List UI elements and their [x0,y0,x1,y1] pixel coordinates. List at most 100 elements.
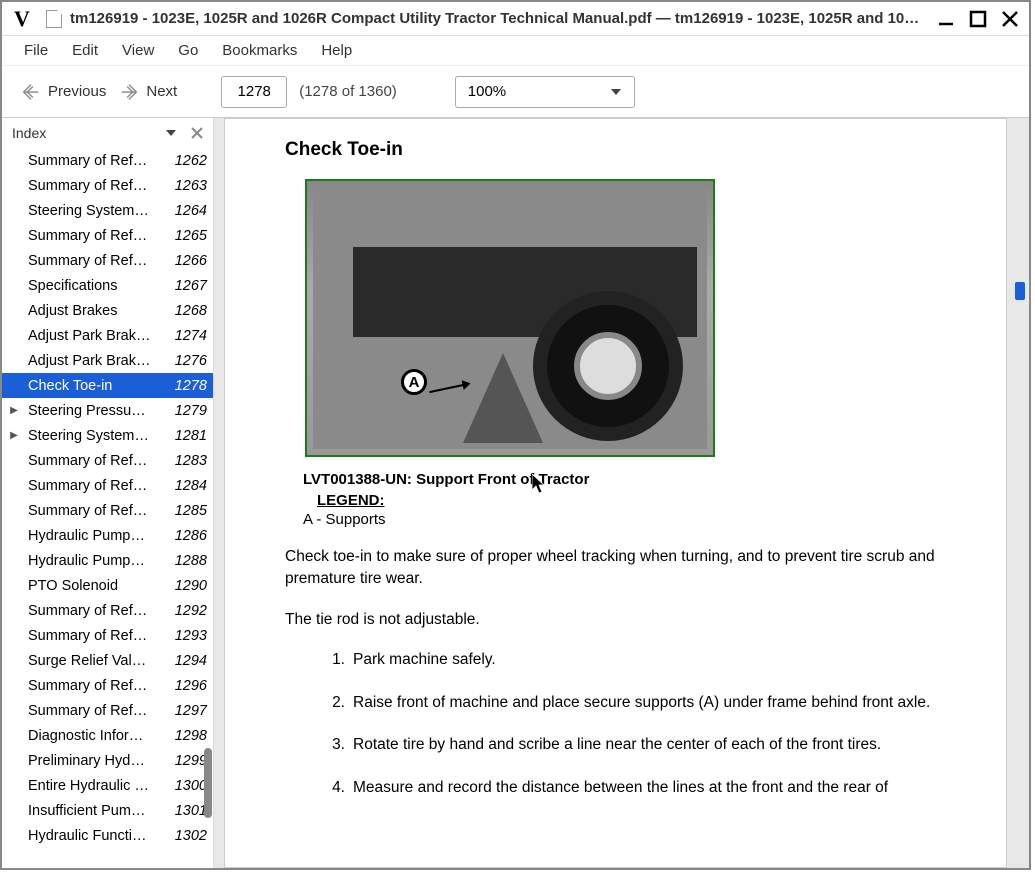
index-item-label: PTO Solenoid [28,578,167,594]
titlebar: V tm126919 - 1023E, 1025R and 1026R Comp… [2,2,1029,36]
index-item[interactable]: Summary of Ref…1265 [2,223,213,248]
index-item[interactable]: Summary of Ref…1296 [2,673,213,698]
toolbar: Previous Next (1278 of 1360) 100% [2,66,1029,118]
index-item[interactable]: Specifications1267 [2,273,213,298]
menubar: File Edit View Go Bookmarks Help [2,36,1029,66]
chevron-down-icon [610,86,622,98]
sidebar-title: Index [12,125,46,141]
index-item-label: Summary of Ref… [28,153,167,169]
close-panel-icon[interactable] [191,127,203,139]
index-item[interactable]: Diagnostic Infor…1298 [2,723,213,748]
previous-icon [20,81,42,103]
disclosure-triangle-icon[interactable]: ▶ [8,430,20,441]
menu-go[interactable]: Go [166,38,210,63]
next-button[interactable]: Next [118,81,177,103]
step-item: 1.Park machine safely. [325,649,946,671]
menu-bookmarks[interactable]: Bookmarks [210,38,309,63]
minimize-button[interactable] [931,6,961,32]
index-item[interactable]: Hydraulic Pump…1286 [2,523,213,548]
index-item-label: Check Toe-in [28,378,167,394]
index-item-label: Summary of Ref… [28,603,167,619]
step-text: Measure and record the distance between … [353,777,888,799]
index-item-label: Summary of Ref… [28,703,167,719]
index-item[interactable]: PTO Solenoid1290 [2,573,213,598]
step-text: Park machine safely. [353,649,496,671]
page-input[interactable] [221,76,287,108]
index-item[interactable]: Summary of Ref…1266 [2,248,213,273]
figure: A [305,179,715,457]
index-item-label: Adjust Brakes [28,303,167,319]
close-button[interactable] [995,6,1025,32]
index-item[interactable]: Steering System…1264 [2,198,213,223]
step-item: 4.Measure and record the distance betwee… [325,777,946,799]
step-text: Rotate tire by hand and scribe a line ne… [353,734,881,756]
index-item[interactable]: Surge Relief Val…1294 [2,648,213,673]
zoom-value: 100% [468,83,506,100]
index-item-label: Summary of Ref… [28,178,167,194]
next-label: Next [146,83,177,100]
page-heading: Check Toe-in [285,139,946,161]
menu-edit[interactable]: Edit [60,38,110,63]
main-scrollbar-thumb[interactable] [1015,282,1025,300]
index-item[interactable]: Summary of Ref…1262 [2,148,213,173]
index-item[interactable]: Adjust Park Brak…1274 [2,323,213,348]
maximize-button[interactable] [963,6,993,32]
index-item[interactable]: Entire Hydraulic …1300 [2,773,213,798]
menu-help[interactable]: Help [309,38,364,63]
chevron-down-icon[interactable] [165,127,177,139]
legend-header: LEGEND: [317,492,946,509]
index-item[interactable]: ▶Steering Pressu…1279 [2,398,213,423]
legend-item: A - Supports [303,511,946,528]
paragraph: The tie rod is not adjustable. [285,609,946,631]
figure-caption: LVT001388-UN: Support Front of Tractor [303,471,946,488]
index-item[interactable]: Hydraulic Pump…1288 [2,548,213,573]
index-item-label: Insufficient Pum… [28,803,167,819]
step-item: 2.Raise front of machine and place secur… [325,692,946,714]
index-item[interactable]: Preliminary Hyd…1299 [2,748,213,773]
sidebar-scrollbar[interactable] [203,148,213,868]
index-item-label: Summary of Ref… [28,253,167,269]
index-item[interactable]: Hydraulic Functi…1302 [2,823,213,848]
index-item-label: Hydraulic Pump… [28,553,167,569]
index-item-label: Diagnostic Infor… [28,728,167,744]
index-item-label: Summary of Ref… [28,228,167,244]
step-number: 3. [325,734,353,756]
index-item[interactable]: Adjust Brakes1268 [2,298,213,323]
window-title: tm126919 - 1023E, 1025R and 1026R Compac… [70,10,927,27]
index-item[interactable]: Summary of Ref…1285 [2,498,213,523]
index-item[interactable]: ▶Steering System…1281 [2,423,213,448]
index-item[interactable]: Adjust Park Brak…1276 [2,348,213,373]
index-item-label: Hydraulic Pump… [28,528,167,544]
figure-label-a: A [401,369,427,395]
zoom-select[interactable]: 100% [455,76,635,108]
previous-button[interactable]: Previous [20,81,106,103]
sidebar-header: Index [2,118,213,148]
index-item-label: Steering Pressu… [28,403,167,419]
index-item[interactable]: Summary of Ref…1283 [2,448,213,473]
content-area: Index Summary of Ref…1262Summary of Ref…… [2,118,1029,868]
index-item-label: Steering System… [28,428,167,444]
menu-file[interactable]: File [12,38,60,63]
sidebar-scrollbar-thumb[interactable] [204,748,212,818]
main-scrollbar[interactable] [1013,120,1027,866]
index-item-label: Steering System… [28,203,167,219]
index-item[interactable]: Summary of Ref…1297 [2,698,213,723]
app-window: V tm126919 - 1023E, 1025R and 1026R Comp… [0,0,1031,870]
sidebar: Index Summary of Ref…1262Summary of Ref…… [2,118,214,868]
menu-view[interactable]: View [110,38,166,63]
index-item[interactable]: Check Toe-in1278 [2,373,213,398]
step-item: 3.Rotate tire by hand and scribe a line … [325,734,946,756]
previous-label: Previous [48,83,106,100]
disclosure-triangle-icon[interactable]: ▶ [8,405,20,416]
index-item[interactable]: Summary of Ref…1284 [2,473,213,498]
step-number: 2. [325,692,353,714]
document-view[interactable]: Check Toe-in A LVT001388-UN: Support Fro… [214,118,1029,868]
index-item[interactable]: Insufficient Pum…1301 [2,798,213,823]
index-item[interactable]: Summary of Ref…1292 [2,598,213,623]
page-count: (1278 of 1360) [299,83,397,100]
index-item[interactable]: Summary of Ref…1293 [2,623,213,648]
index-item[interactable]: Summary of Ref…1263 [2,173,213,198]
page: Check Toe-in A LVT001388-UN: Support Fro… [224,118,1007,868]
index-list[interactable]: Summary of Ref…1262Summary of Ref…1263St… [2,148,213,868]
index-item-label: Summary of Ref… [28,478,167,494]
